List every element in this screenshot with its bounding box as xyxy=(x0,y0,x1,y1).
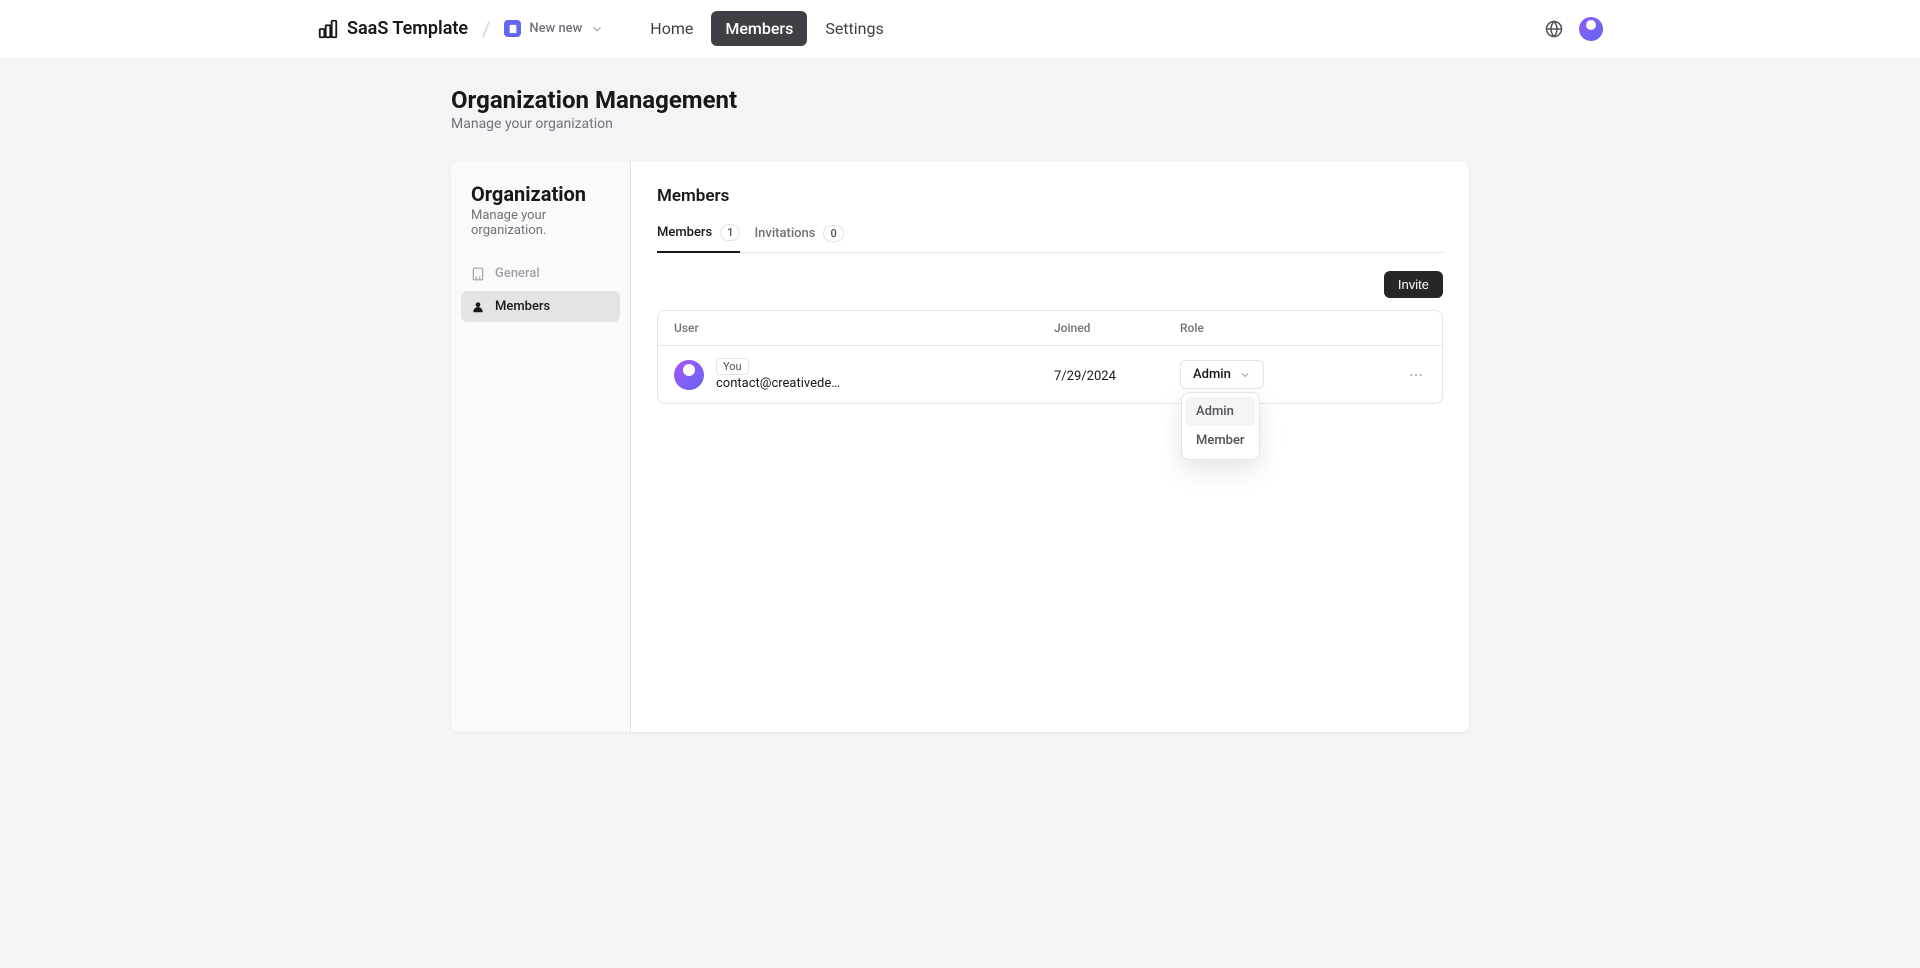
user-avatar[interactable] xyxy=(1579,17,1603,41)
member-avatar xyxy=(674,360,704,390)
user-email: contact@creativedesig… xyxy=(716,376,846,391)
logo[interactable]: SaaS Template xyxy=(317,18,468,40)
invite-button[interactable]: Invite xyxy=(1384,271,1443,298)
tab-invitations[interactable]: Invitations 0 xyxy=(754,224,843,252)
chart-icon xyxy=(317,18,339,40)
breadcrumb-separator: / xyxy=(482,17,490,41)
role-value: Admin xyxy=(1193,367,1231,382)
you-badge: You xyxy=(716,358,749,375)
header-user: User xyxy=(674,321,1054,335)
dropdown-item-member[interactable]: Member xyxy=(1186,426,1255,455)
nav-members[interactable]: Members xyxy=(711,11,807,46)
joined-date: 7/29/2024 xyxy=(1054,369,1116,384)
sidebar-subtitle: Manage your organization. xyxy=(471,208,610,238)
tab-label: Members xyxy=(657,225,712,240)
sidebar-item-label: Members xyxy=(495,299,550,314)
building-icon xyxy=(504,20,521,37)
more-horizontal-icon xyxy=(1408,367,1424,383)
tab-members[interactable]: Members 1 xyxy=(657,224,740,253)
globe-icon[interactable] xyxy=(1545,20,1563,38)
role-dropdown[interactable]: Admin Admin Member xyxy=(1180,360,1264,389)
more-button[interactable] xyxy=(1406,365,1426,385)
sidebar-item-general[interactable]: General xyxy=(461,258,620,289)
content-title: Members xyxy=(657,186,1443,206)
nav-home[interactable]: Home xyxy=(636,11,707,46)
nav-settings[interactable]: Settings xyxy=(811,11,897,46)
page-subtitle: Manage your organization xyxy=(451,116,1469,132)
role-dropdown-menu: Admin Member xyxy=(1181,392,1260,460)
tab-label: Invitations xyxy=(754,226,815,241)
org-selector[interactable]: New new xyxy=(504,20,604,37)
org-name: New new xyxy=(529,21,582,36)
tab-badge: 0 xyxy=(823,225,843,242)
user-icon xyxy=(471,300,485,314)
header-role: Role xyxy=(1180,321,1360,335)
sidebar-item-members[interactable]: Members xyxy=(461,291,620,322)
logo-text: SaaS Template xyxy=(347,18,468,39)
building-icon xyxy=(471,267,485,281)
chevron-down-icon xyxy=(1239,369,1251,381)
tab-badge: 1 xyxy=(720,224,740,241)
page-title: Organization Management xyxy=(451,86,1469,114)
chevron-down-icon xyxy=(590,22,604,36)
sidebar-item-label: General xyxy=(495,266,540,281)
table-row: You contact@creativedesig… 7/29/2024 Adm… xyxy=(658,346,1442,403)
header-joined: Joined xyxy=(1054,321,1180,335)
dropdown-item-admin[interactable]: Admin xyxy=(1186,397,1255,426)
sidebar-title: Organization xyxy=(471,182,610,206)
